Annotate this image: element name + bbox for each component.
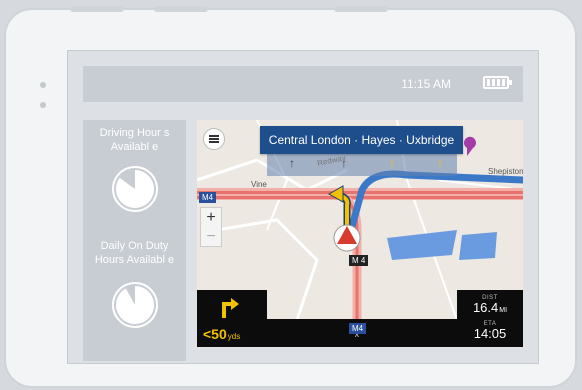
lane-arrow-active-icon: ↑ <box>437 156 443 170</box>
hamburger-icon <box>209 138 219 140</box>
sensor-dot <box>40 102 46 108</box>
app-screen: 11:15 AM Driving Hour s Availabl e Daily… <box>67 50 539 364</box>
eta-value: 14:05 <box>473 326 507 341</box>
clock: 11:15 AM <box>401 77 451 91</box>
status-bar: 11:15 AM <box>83 66 523 102</box>
next-turn-distance-unit: yds <box>227 332 241 341</box>
chevron-up-icon: ^ <box>355 333 359 342</box>
route-banner[interactable]: Central London · Hayes · Uxbridge <box>260 126 463 154</box>
road-shield-m4: M4 <box>199 192 217 203</box>
zoom-in-button[interactable]: + <box>201 208 221 227</box>
menu-button[interactable] <box>203 128 225 150</box>
dist-number: 16.4 <box>472 300 499 315</box>
duty-hours-pie-icon[interactable] <box>110 280 160 330</box>
duty-hours-label: Daily On Duty Hours Availabl e <box>94 240 175 266</box>
next-turn-distance: <50yds <box>203 326 240 342</box>
driving-hours-pie-icon[interactable] <box>110 164 160 214</box>
zoom-controls: + − <box>200 207 222 247</box>
trip-stats-panel[interactable]: DIST 16.4MI ETA 14:05 <box>457 290 523 347</box>
lane-arrow-icon: ↑ <box>289 156 295 170</box>
dist-value: 16.4MI <box>457 301 523 318</box>
place-label-vine: Vine <box>251 180 267 189</box>
lane-arrow-active-icon: ↑ <box>389 156 395 170</box>
zoom-out-button[interactable]: − <box>201 227 221 246</box>
dist-unit: MI <box>499 307 508 314</box>
hours-sidebar: Driving Hour s Availabl e Daily On Duty … <box>83 120 186 361</box>
battery-icon <box>483 76 512 89</box>
hardware-button <box>154 6 208 12</box>
road-shield-current: M 4 <box>349 255 369 266</box>
navigation-map[interactable]: ↑ ↑ ↑ ↑ Central London · Hayes · Uxbridg… <box>197 120 523 347</box>
tablet-frame: 11:15 AM Driving Hour s Availabl e Daily… <box>4 6 577 388</box>
turn-right-icon <box>222 298 239 318</box>
driving-hours-label: Driving Hour s Availabl e <box>99 127 170 153</box>
lane-guidance: ↑ ↑ ↑ ↑ <box>267 154 457 176</box>
next-turn-panel[interactable]: <50yds <box>197 290 267 347</box>
camera-dot <box>40 82 46 88</box>
hardware-button <box>70 6 124 12</box>
next-turn-distance-value: <50 <box>203 326 227 342</box>
place-label-shepiston: Shepiston <box>488 167 523 176</box>
hardware-button <box>334 6 388 12</box>
